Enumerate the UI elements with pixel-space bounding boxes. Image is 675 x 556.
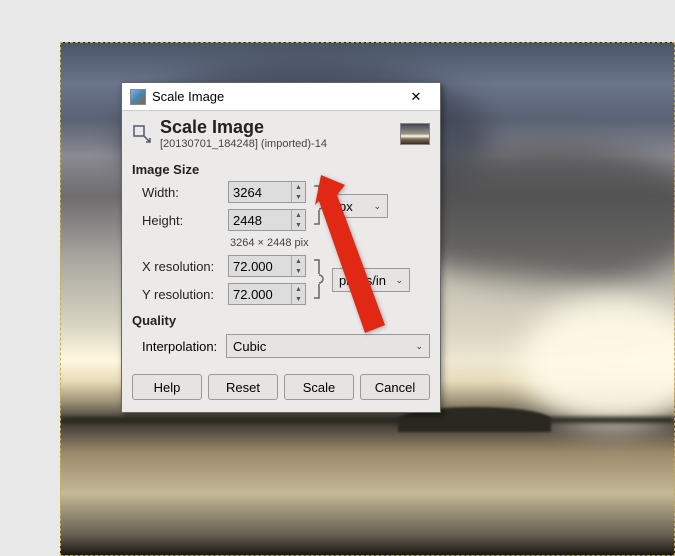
- yres-up-icon[interactable]: ▲: [292, 284, 305, 294]
- size-link-toggle[interactable]: [310, 181, 328, 231]
- interpolation-select[interactable]: Cubic ⌄: [226, 334, 430, 358]
- close-button[interactable]: ✕: [396, 86, 436, 108]
- chevron-down-icon: ⌄: [373, 201, 381, 212]
- height-label: Height:: [132, 213, 224, 228]
- xres-field[interactable]: [229, 256, 291, 276]
- image-thumbnail: [400, 123, 430, 145]
- window-title: Scale Image: [152, 89, 396, 104]
- res-link-toggle[interactable]: [310, 255, 328, 305]
- size-unit-value: px: [339, 199, 353, 214]
- xres-up-icon[interactable]: ▲: [292, 256, 305, 266]
- chevron-down-icon: ⌄: [395, 275, 403, 286]
- interpolation-label: Interpolation:: [132, 339, 218, 354]
- yres-label: Y resolution:: [132, 287, 224, 302]
- image-size-heading: Image Size: [122, 154, 440, 181]
- scale-image-dialog: Scale Image ✕ Scale Image [20130701_1842…: [121, 82, 441, 413]
- reset-button[interactable]: Reset: [208, 374, 278, 400]
- interpolation-value: Cubic: [233, 339, 266, 354]
- titlebar[interactable]: Scale Image ✕: [122, 83, 440, 111]
- app-icon: [130, 89, 146, 105]
- yres-input[interactable]: ▲ ▼: [228, 283, 306, 305]
- chevron-down-icon: ⌄: [415, 341, 423, 352]
- cancel-button[interactable]: Cancel: [360, 374, 430, 400]
- width-input[interactable]: ▲ ▼: [228, 181, 306, 203]
- width-field[interactable]: [229, 182, 291, 202]
- scale-button[interactable]: Scale: [284, 374, 354, 400]
- chain-link-icon: [312, 182, 326, 231]
- chain-link-icon: [312, 256, 326, 305]
- width-up-icon[interactable]: ▲: [292, 182, 305, 192]
- help-button[interactable]: Help: [132, 374, 202, 400]
- width-down-icon[interactable]: ▼: [292, 192, 305, 202]
- quality-heading: Quality: [122, 305, 440, 332]
- xres-down-icon[interactable]: ▼: [292, 266, 305, 276]
- yres-field[interactable]: [229, 284, 291, 304]
- dialog-title: Scale Image: [160, 117, 392, 138]
- width-label: Width:: [132, 185, 224, 200]
- height-input[interactable]: ▲ ▼: [228, 209, 306, 231]
- yres-down-icon[interactable]: ▼: [292, 294, 305, 304]
- dimensions-readout: 3264 × 2448 pix: [228, 237, 412, 249]
- height-up-icon[interactable]: ▲: [292, 210, 305, 220]
- res-unit-value: pixels/in: [339, 273, 386, 288]
- xres-input[interactable]: ▲ ▼: [228, 255, 306, 277]
- height-field[interactable]: [229, 210, 291, 230]
- scale-icon: [132, 124, 152, 144]
- res-unit-select[interactable]: pixels/in ⌄: [332, 268, 410, 292]
- xres-label: X resolution:: [132, 259, 224, 274]
- size-unit-select[interactable]: px ⌄: [332, 194, 388, 218]
- height-down-icon[interactable]: ▼: [292, 220, 305, 230]
- dialog-header: Scale Image [20130701_184248] (imported)…: [122, 111, 440, 154]
- dialog-subtitle: [20130701_184248] (imported)-14: [160, 138, 392, 150]
- close-icon: ✕: [411, 89, 422, 105]
